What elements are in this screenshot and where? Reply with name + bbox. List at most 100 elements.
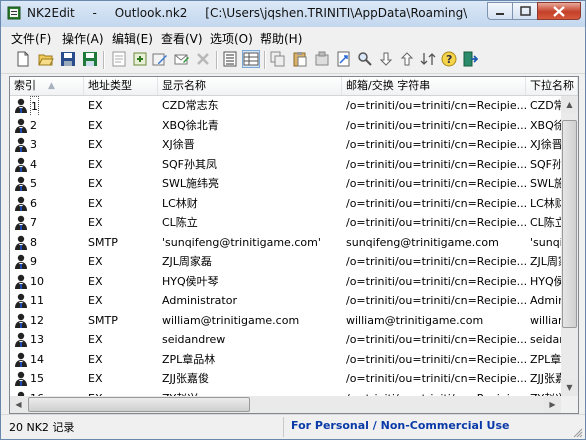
dropdown-name-cell: Admini bbox=[530, 294, 561, 307]
contact-icon bbox=[14, 235, 28, 250]
new-file-icon[interactable] bbox=[15, 51, 31, 67]
display-name-cell: CL陈立 bbox=[162, 216, 198, 229]
address-type-cell: SMTP bbox=[88, 313, 118, 327]
table-row[interactable]: 12 SMTP william@trinitigame.com william@tri… bbox=[10, 311, 561, 330]
table-row[interactable]: 7 EX CL陈立/o=triniti/ou=triniti/cn=Recipie.… bbox=[10, 213, 561, 232]
table-row[interactable]: 11 EX Administrator/o=triniti/ou=triniti/c… bbox=[10, 291, 561, 310]
maximize-button[interactable] bbox=[512, 2, 538, 20]
window-title-file: Outlook.nk2 bbox=[114, 6, 188, 20]
column-header-index[interactable]: 索引 ▲ bbox=[10, 77, 84, 95]
minimize-button[interactable] bbox=[487, 2, 513, 20]
contacts-list[interactable]: 索引 ▲ 地址类型 显示名称 邮箱/交换 字符串 下拉名称 1 EX CZD常志东 /… bbox=[9, 76, 579, 414]
column-header-email[interactable]: 邮箱/交换 字符串 bbox=[342, 77, 526, 95]
display-name-cell: ZPL章品林 bbox=[162, 352, 216, 366]
scroll-down-icon[interactable]: ▼ bbox=[561, 379, 578, 396]
index-text: 12 bbox=[30, 313, 44, 327]
horizontal-scrollbar[interactable]: ◀ ▶ bbox=[10, 396, 561, 413]
menu-file[interactable]: 文件(F) bbox=[11, 30, 51, 47]
menu-help[interactable]: 帮助(H) bbox=[260, 30, 302, 47]
properties-icon[interactable] bbox=[111, 51, 127, 67]
email-cell: /o=triniti/ou=triniti/cn=Recipie... bbox=[346, 294, 528, 307]
nk2edit-app-icon bbox=[7, 6, 21, 20]
save-icon[interactable] bbox=[60, 51, 76, 67]
index-text: 15 bbox=[30, 372, 44, 385]
delete-icon[interactable] bbox=[195, 51, 211, 67]
scroll-left-icon[interactable]: ◀ bbox=[10, 396, 27, 413]
index-cell: 10 bbox=[14, 272, 84, 291]
column-header-label: 下拉名称 bbox=[530, 79, 574, 92]
paste-icon[interactable] bbox=[292, 51, 308, 67]
index-text: 9 bbox=[30, 255, 37, 268]
email-cell: /o=triniti/ou=triniti/cn=Recipie... bbox=[346, 274, 528, 288]
menu-edit[interactable]: 编辑(E) bbox=[112, 30, 153, 47]
dropdown-name-cell: ZJL周家 bbox=[530, 255, 561, 268]
contact-icon bbox=[14, 196, 28, 211]
table-row[interactable]: 9 EX ZJL周家磊/o=triniti/ou=triniti/cn=Recipi… bbox=[10, 252, 561, 271]
list-view-icon[interactable] bbox=[242, 50, 260, 68]
index-text: 11 bbox=[30, 294, 44, 307]
horizontal-scroll-thumb[interactable] bbox=[28, 397, 250, 412]
table-row[interactable]: 3 EX XJ徐晋/o=triniti/ou=triniti/cn=Recipie.… bbox=[10, 135, 561, 154]
dropdown-name-cell: XBQ徐北 bbox=[530, 118, 561, 132]
address-type-cell: SMTP bbox=[88, 235, 118, 249]
table-row[interactable]: 2 EX XBQ徐北青/o=triniti/ou=triniti/cn=Recipi… bbox=[10, 116, 561, 135]
close-button[interactable] bbox=[537, 2, 581, 20]
index-text: 4 bbox=[30, 157, 37, 171]
display-name-cell: HYQ侯叶琴 bbox=[162, 274, 219, 288]
license-notice: For Personal / Non-Commercial Use bbox=[291, 419, 510, 432]
add-contact-icon[interactable] bbox=[132, 51, 148, 67]
menu-action[interactable]: 操作(A) bbox=[62, 30, 104, 47]
table-row[interactable]: 10 EX HYQ侯叶琴/o=triniti/ou=triniti/cn=Recip… bbox=[10, 272, 561, 291]
sort-icon[interactable] bbox=[420, 51, 436, 67]
column-header-display-name[interactable]: 显示名称 bbox=[158, 77, 342, 95]
table-row[interactable]: 8 SMTP 'sunqifeng@trinitigame.com' sunqifen… bbox=[10, 233, 561, 252]
vertical-scrollbar[interactable]: ▲ ▼ bbox=[561, 96, 578, 396]
contact-icon bbox=[14, 157, 28, 172]
details-view-icon[interactable] bbox=[222, 51, 238, 67]
dropdown-name-cell: 'sunqif bbox=[530, 235, 561, 249]
contact-icon bbox=[14, 98, 28, 113]
table-row[interactable]: 14 EX ZPL章品林/o=triniti/ou=triniti/cn=Recip… bbox=[10, 350, 561, 369]
vertical-scroll-thumb[interactable] bbox=[562, 120, 577, 328]
table-row[interactable]: 15 EX ZJJ张嘉俊/o=triniti/ou=triniti/cn=Recip… bbox=[10, 369, 561, 388]
edit-email-icon[interactable] bbox=[174, 51, 190, 67]
menu-options[interactable]: 选项(O) bbox=[210, 30, 253, 47]
column-header-label: 邮箱/交换 字符串 bbox=[346, 79, 431, 92]
table-row[interactable]: 13 EX seidandrew/o=triniti/ou=triniti/cn=R… bbox=[10, 330, 561, 349]
find-icon[interactable] bbox=[357, 51, 373, 67]
paste-special-icon[interactable] bbox=[314, 51, 330, 67]
dropdown-name-cell: ZJJ张嘉 bbox=[530, 372, 561, 385]
contact-icon bbox=[14, 371, 28, 386]
title-bar[interactable]: NK2Edit - Outlook.nk2 [C:\Users\jqshen.T… bbox=[1, 1, 585, 27]
email-cell: /o=triniti/ou=triniti/cn=Recipie... bbox=[346, 196, 528, 210]
address-type-cell: EX bbox=[88, 99, 103, 112]
menu-view[interactable]: 查看(V) bbox=[161, 30, 203, 47]
email-cell: /o=triniti/ou=triniti/cn=Recipie... bbox=[346, 333, 528, 346]
table-row[interactable]: 1 EX CZD常志东/o=triniti/ou=triniti/cn=Recipi… bbox=[10, 96, 561, 115]
export-icon[interactable] bbox=[336, 51, 352, 67]
scroll-right-icon[interactable]: ▶ bbox=[544, 396, 561, 413]
move-down-icon[interactable] bbox=[378, 51, 394, 67]
save-as-icon[interactable] bbox=[82, 51, 98, 67]
index-cell: 4 bbox=[14, 155, 84, 174]
column-header-address-type[interactable]: 地址类型 bbox=[84, 77, 158, 95]
scroll-up-icon[interactable]: ▲ bbox=[561, 96, 578, 113]
help-icon[interactable]: ? bbox=[441, 51, 457, 67]
table-row[interactable]: 4 EX SQF孙其凤/o=triniti/ou=triniti/cn=Recipi… bbox=[10, 155, 561, 174]
exit-icon[interactable] bbox=[462, 51, 478, 67]
copy-icon[interactable] bbox=[270, 51, 286, 67]
index-text: 5 bbox=[30, 177, 37, 190]
resize-grip-icon[interactable] bbox=[573, 428, 583, 438]
dropdown-name-cell: LC林财 bbox=[530, 196, 561, 210]
contact-icon bbox=[14, 274, 28, 289]
email-cell: /o=triniti/ou=triniti/cn=Recipie... bbox=[346, 352, 528, 366]
table-row[interactable]: 6 EX LC林财/o=triniti/ou=triniti/cn=Recipie.… bbox=[10, 194, 561, 213]
edit-contact-icon[interactable] bbox=[152, 51, 168, 67]
open-file-icon[interactable] bbox=[38, 51, 54, 67]
status-bar: 20 NK2 记录 For Personal / Non-Commercial … bbox=[1, 414, 585, 439]
table-row[interactable]: 5 EX SWL施纬亮/o=triniti/ou=triniti/cn=Recipi… bbox=[10, 174, 561, 193]
column-header-dropdown-name[interactable]: 下拉名称 bbox=[526, 77, 578, 95]
contact-icon bbox=[14, 137, 28, 152]
move-up-icon[interactable] bbox=[399, 51, 415, 67]
dropdown-name-cell: HYQ侯叶 bbox=[530, 274, 561, 288]
